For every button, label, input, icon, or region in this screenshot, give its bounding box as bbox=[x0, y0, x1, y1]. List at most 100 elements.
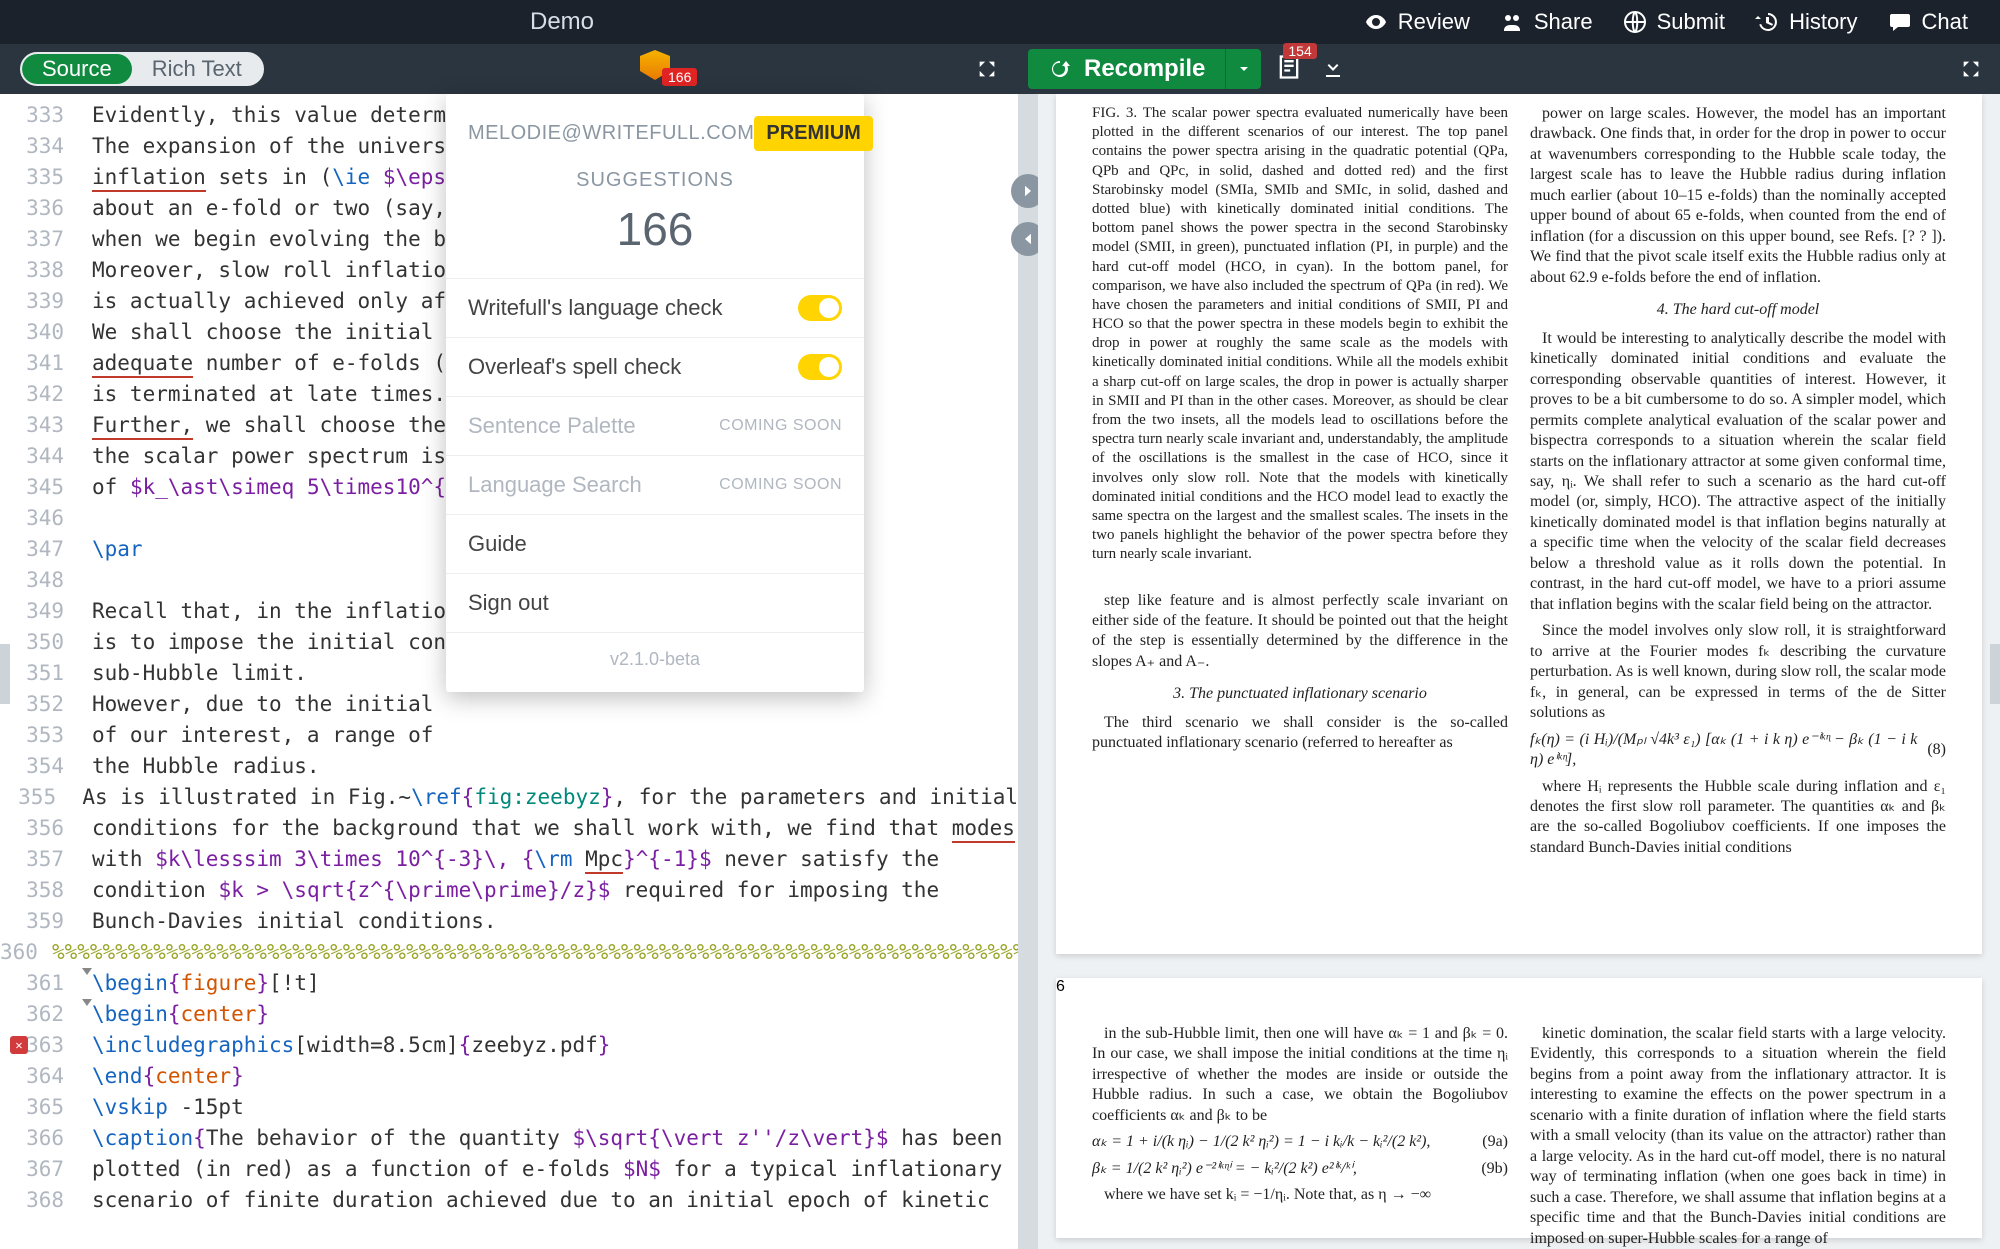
topbar-actions: Review Share Submit History Chat bbox=[1364, 9, 2000, 35]
line-number: 344 bbox=[0, 441, 78, 472]
code-text[interactable]: As is illustrated in Fig.~\ref{fig:zeeby… bbox=[82, 782, 1018, 813]
writefull-badge[interactable]: 166 bbox=[640, 50, 670, 80]
review-icon bbox=[1364, 10, 1388, 34]
code-text[interactable]: the Hubble radius. bbox=[92, 751, 320, 782]
code-text[interactable]: However, due to the initial bbox=[92, 689, 446, 720]
line-number: 346 bbox=[0, 503, 78, 534]
code-line[interactable]: 368scenario of finite duration achieved … bbox=[0, 1185, 1018, 1216]
code-line[interactable]: 355As is illustrated in Fig.~\ref{fig:ze… bbox=[0, 782, 1018, 813]
code-text[interactable]: plotted (in red) as a function of e-fold… bbox=[92, 1154, 1002, 1185]
line-number: 357 bbox=[0, 844, 78, 875]
code-line[interactable]: 364\end{center} bbox=[0, 1061, 1018, 1092]
code-text[interactable]: of our interest, a range of bbox=[92, 720, 446, 751]
code-line[interactable]: 362 \begin{center} bbox=[0, 999, 1018, 1030]
writefull-popup: MELODIE@WRITEFULL.COM PREMIUM SUGGESTION… bbox=[446, 94, 864, 692]
toggle-spell-check[interactable] bbox=[798, 354, 842, 380]
code-text[interactable]: Bunch-Davies initial conditions. bbox=[92, 906, 497, 937]
code-text[interactable]: conditions for the background that we sh… bbox=[92, 813, 1015, 844]
code-line[interactable]: 357 with $k\lesssim 3\times 10^{-3}\, {\r… bbox=[0, 844, 1018, 875]
code-line[interactable]: 361\begin{figure}[!t] bbox=[0, 968, 1018, 999]
line-number: 358 bbox=[0, 875, 78, 906]
code-text[interactable]: is actually achieved only af bbox=[92, 286, 446, 317]
row-guide[interactable]: Guide bbox=[446, 514, 864, 573]
line-number: 338 bbox=[0, 255, 78, 286]
pdf-preview-pane[interactable]: FIG. 3. The scalar power spectra evaluat… bbox=[1038, 94, 2000, 1249]
code-text[interactable]: \begin{figure}[!t] bbox=[92, 968, 320, 999]
expand-icon bbox=[976, 58, 998, 80]
fold-icon[interactable] bbox=[82, 968, 92, 975]
code-text[interactable]: scenario of finite duration achieved due… bbox=[92, 1185, 990, 1216]
line-number: 342 bbox=[0, 379, 78, 410]
code-line[interactable]: 366\caption{The behavior of the quantity… bbox=[0, 1123, 1018, 1154]
download-pdf-button[interactable] bbox=[1321, 55, 1345, 84]
logs-button[interactable]: 154 bbox=[1275, 53, 1303, 86]
p2-col1-para1: in the sub-Hubble limit, then one will h… bbox=[1092, 1024, 1508, 1126]
review-action[interactable]: Review bbox=[1364, 9, 1470, 35]
row-spell-check[interactable]: Overleaf's spell check bbox=[446, 337, 864, 396]
toggle-language-check[interactable] bbox=[798, 295, 842, 321]
history-action[interactable]: History bbox=[1755, 9, 1857, 35]
code-text[interactable]: is to impose the initial con bbox=[92, 627, 446, 658]
line-number: 362 bbox=[0, 999, 78, 1030]
editor-expand-button[interactable] bbox=[976, 58, 998, 85]
share-label: Share bbox=[1534, 9, 1593, 35]
code-line[interactable]: 353of our interest, a range of bbox=[0, 720, 1018, 751]
code-line[interactable]: 352However, due to the initial bbox=[0, 689, 1018, 720]
p1-col2-para3: where Hᵢ represents the Hubble scale dur… bbox=[1530, 777, 1946, 859]
recompile-button[interactable]: Recompile bbox=[1028, 49, 1225, 89]
chevron-down-icon bbox=[1236, 61, 1252, 77]
code-text[interactable]: is terminated at late times. bbox=[92, 379, 446, 410]
chat-action[interactable]: Chat bbox=[1888, 9, 1968, 35]
code-text[interactable]: of $k_\ast\simeq 5\times10^{ bbox=[92, 472, 446, 503]
code-text[interactable]: \end{center} bbox=[92, 1061, 244, 1092]
line-number: 345 bbox=[0, 472, 78, 503]
pdf-toolbar: Recompile 154 bbox=[1018, 44, 2000, 94]
fold-icon[interactable] bbox=[82, 999, 92, 1006]
pane-divider[interactable] bbox=[1018, 94, 1038, 1249]
code-line[interactable]: 356conditions for the background that we… bbox=[0, 813, 1018, 844]
project-title: Demo bbox=[0, 8, 1364, 36]
code-text[interactable]: \begin{center} bbox=[92, 999, 269, 1030]
eq-9b: βₖ = 1/(2 k² ηᵢ²) e⁻²ⁱᵏᶯⁱ = − kᵢ²/(2 k²)… bbox=[1092, 1159, 1508, 1179]
code-line[interactable]: 354the Hubble radius. bbox=[0, 751, 1018, 782]
code-text[interactable]: \par bbox=[92, 534, 143, 565]
suggestions-label: SUGGESTIONS bbox=[446, 169, 864, 192]
code-text[interactable]: with $k\lesssim 3\times 10^{-3}\, {\rm M… bbox=[92, 844, 939, 875]
right-rail-handle[interactable] bbox=[1990, 644, 2000, 704]
row-signout[interactable]: Sign out bbox=[446, 573, 864, 632]
code-text[interactable]: \vskip -15pt bbox=[92, 1092, 244, 1123]
code-text[interactable]: We shall choose the initial bbox=[92, 317, 446, 348]
history-label: History bbox=[1789, 9, 1857, 35]
code-text[interactable]: when we begin evolving the b bbox=[92, 224, 446, 255]
code-line[interactable]: 359 Bunch-Davies initial conditions. bbox=[0, 906, 1018, 937]
row-language-check-label: Writefull's language check bbox=[468, 295, 722, 321]
eq-9a: αₖ = 1 + i/(k ηᵢ) − 1/(2 k² ηᵢ²) = 1 − i… bbox=[1092, 1132, 1508, 1152]
code-text[interactable]: \includegraphics[width=8.5cm]{zeebyz.pdf… bbox=[92, 1030, 610, 1061]
code-line[interactable]: 358 condition $k > \sqrt{z^{\prime\prime}… bbox=[0, 875, 1018, 906]
pdf-expand-button[interactable] bbox=[1960, 58, 1982, 85]
code-line[interactable]: 363\includegraphics[width=8.5cm]{zeebyz.… bbox=[0, 1030, 1018, 1061]
line-number: 343 bbox=[0, 410, 78, 441]
expand-icon bbox=[1960, 58, 1982, 80]
mode-source[interactable]: Source bbox=[22, 54, 132, 84]
row-language-check[interactable]: Writefull's language check bbox=[446, 278, 864, 337]
line-number: 334 bbox=[0, 131, 78, 162]
row-sentence-palette: Sentence Palette COMING SOON bbox=[446, 396, 864, 455]
p2-col2-para1: kinetic domination, the scalar field sta… bbox=[1530, 1024, 1946, 1249]
share-action[interactable]: Share bbox=[1500, 9, 1593, 35]
code-line[interactable]: 365\vskip -15pt bbox=[0, 1092, 1018, 1123]
code-text[interactable]: \caption{The behavior of the quantity $\… bbox=[92, 1123, 1002, 1154]
code-line[interactable]: 360%%%%%%%%%%%%%%%%%%%%%%%%%%%%%%%%%%%%%… bbox=[0, 937, 1018, 968]
mode-rich-text[interactable]: Rich Text bbox=[132, 54, 262, 84]
main-split: 333Evidently, this value determ ld.334Th… bbox=[0, 94, 2000, 1249]
line-number: 341 bbox=[0, 348, 78, 379]
code-text[interactable]: condition $k > \sqrt{z^{\prime\prime}/z}… bbox=[92, 875, 939, 906]
submit-action[interactable]: Submit bbox=[1623, 9, 1725, 35]
error-icon[interactable] bbox=[10, 1036, 28, 1054]
code-line[interactable]: 367plotted (in red) as a function of e-f… bbox=[0, 1154, 1018, 1185]
line-number: 350 bbox=[0, 627, 78, 658]
recompile-dropdown[interactable] bbox=[1225, 49, 1261, 89]
line-number: 359 bbox=[0, 906, 78, 937]
code-text[interactable]: sub-Hubble limit. bbox=[92, 658, 307, 689]
line-number: 335 bbox=[0, 162, 78, 193]
